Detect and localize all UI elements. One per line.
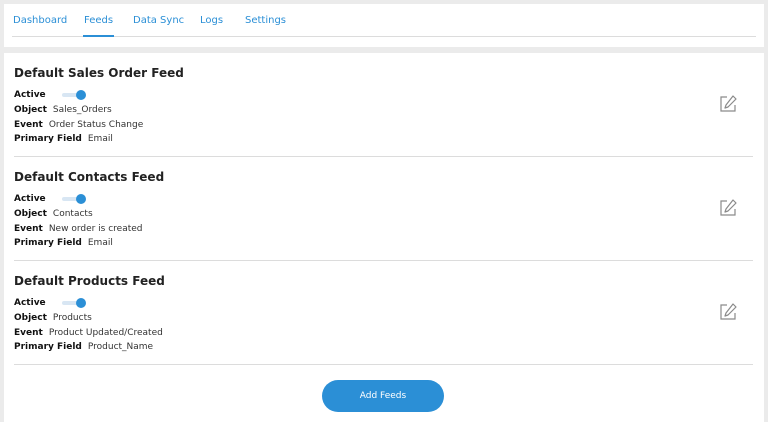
primary-field-value: Product_Name xyxy=(87,342,154,352)
tab-settings[interactable]: Settings xyxy=(245,15,286,26)
object-label: Object xyxy=(14,105,47,115)
object-value: Products xyxy=(52,313,92,323)
feed-primary-field-row: Primary Field Email xyxy=(14,238,113,248)
event-label: Event xyxy=(14,328,43,338)
object-label: Object xyxy=(14,209,47,219)
event-value: Product Updated/Created xyxy=(48,328,163,338)
event-value: New order is created xyxy=(48,224,143,234)
feed-title: Default Sales Order Feed xyxy=(14,66,184,80)
feed-event-row: Event Order Status Change xyxy=(14,120,143,130)
edit-feed-button[interactable] xyxy=(718,94,738,114)
edit-icon xyxy=(720,303,737,320)
feed-event-row: Event Product Updated/Created xyxy=(14,328,163,338)
feed-primary-field-row: Primary Field Product_Name xyxy=(14,342,153,352)
active-label: Active xyxy=(14,194,46,204)
add-feeds-button[interactable]: Add Feeds xyxy=(322,380,444,412)
active-toggle[interactable] xyxy=(62,194,86,204)
feeds-panel: Default Sales Order Feed Active Object Sa… xyxy=(4,53,764,422)
top-navigation: Dashboard Feeds Data Sync Logs Settings xyxy=(4,4,764,47)
feed-event-row: Event New order is created xyxy=(14,224,143,234)
active-toggle[interactable] xyxy=(62,298,86,308)
tab-dashboard[interactable]: Dashboard xyxy=(13,15,67,26)
tab-data-sync[interactable]: Data Sync xyxy=(133,15,184,26)
feed-item-contacts: Default Contacts Feed Active Object Conta… xyxy=(14,157,753,261)
feed-active-row: Active xyxy=(14,194,52,204)
feed-object-row: Object Products xyxy=(14,313,92,323)
feed-object-row: Object Sales_Orders xyxy=(14,105,112,115)
primary-field-label: Primary Field xyxy=(14,342,82,352)
active-label: Active xyxy=(14,90,46,100)
event-value: Order Status Change xyxy=(48,120,144,130)
active-label: Active xyxy=(14,298,46,308)
tab-logs[interactable]: Logs xyxy=(200,15,223,26)
feed-item-sales-orders: Default Sales Order Feed Active Object Sa… xyxy=(14,53,753,157)
feed-active-row: Active xyxy=(14,298,52,308)
event-label: Event xyxy=(14,224,43,234)
tab-feeds[interactable]: Feeds xyxy=(82,15,115,37)
edit-feed-button[interactable] xyxy=(718,302,738,322)
feed-title: Default Products Feed xyxy=(14,274,165,288)
feed-item-products: Default Products Feed Active Object Produ… xyxy=(14,261,753,365)
primary-field-value: Email xyxy=(87,238,113,248)
edit-icon xyxy=(720,199,737,216)
edit-feed-button[interactable] xyxy=(718,198,738,218)
toggle-knob xyxy=(76,90,86,100)
object-label: Object xyxy=(14,313,47,323)
primary-field-label: Primary Field xyxy=(14,134,82,144)
feed-object-row: Object Contacts xyxy=(14,209,93,219)
tab-bar: Dashboard Feeds Data Sync Logs Settings xyxy=(12,4,756,37)
object-value: Contacts xyxy=(52,209,93,219)
feed-title: Default Contacts Feed xyxy=(14,170,165,184)
toggle-knob xyxy=(76,298,86,308)
feed-active-row: Active xyxy=(14,90,52,100)
toggle-knob xyxy=(76,194,86,204)
feed-primary-field-row: Primary Field Email xyxy=(14,134,113,144)
primary-field-label: Primary Field xyxy=(14,238,82,248)
edit-icon xyxy=(720,95,737,112)
event-label: Event xyxy=(14,120,43,130)
primary-field-value: Email xyxy=(87,134,113,144)
object-value: Sales_Orders xyxy=(52,105,112,115)
active-toggle[interactable] xyxy=(62,90,86,100)
